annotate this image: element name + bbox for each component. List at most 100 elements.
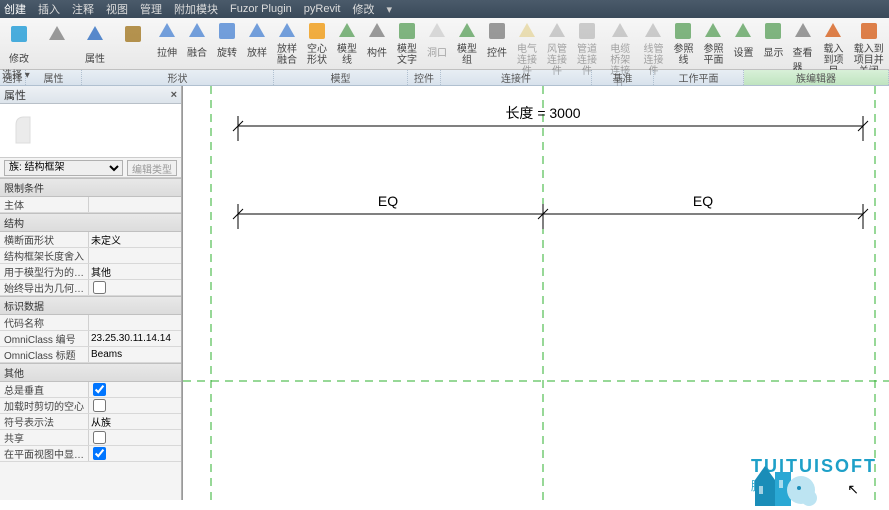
- property-input[interactable]: [91, 265, 181, 279]
- eq-label-1[interactable]: EQ: [378, 193, 398, 209]
- property-input[interactable]: [91, 348, 181, 362]
- ribbon-button[interactable]: 属性: [76, 18, 114, 69]
- property-input[interactable]: [91, 249, 181, 263]
- property-value[interactable]: [88, 197, 181, 212]
- menu-item[interactable]: 创建: [4, 1, 26, 17]
- ribbon-button[interactable]: 模型文字: [392, 18, 422, 69]
- menu-item[interactable]: 修改: [352, 1, 374, 17]
- ribbon-button[interactable]: 融合: [182, 18, 212, 69]
- ribbon-button[interactable]: 设置: [728, 18, 758, 69]
- dimension-label[interactable]: 长度 = 3000: [505, 105, 580, 121]
- properties-title: 属性: [4, 87, 26, 103]
- property-value[interactable]: [88, 446, 181, 461]
- property-checkbox[interactable]: [93, 447, 106, 460]
- property-row: 始终导出为几何图形: [0, 280, 181, 296]
- property-section-header[interactable]: 标识数据: [0, 296, 181, 315]
- property-value[interactable]: [88, 382, 181, 397]
- property-section-header[interactable]: 其他: [0, 363, 181, 382]
- ribbon-button[interactable]: [38, 18, 76, 69]
- property-value[interactable]: [88, 430, 181, 445]
- select-dropdown[interactable]: 选择 ▾: [2, 66, 30, 81]
- property-key: 加载时剪切的空心: [0, 398, 88, 413]
- properties-list: 限制条件主体结构横断面形状结构框架长度舍入用于模型行为的材质始终导出为几何图形标…: [0, 178, 181, 500]
- ribbon-button[interactable]: 放样: [242, 18, 272, 69]
- ribbon-button-label: 放样: [247, 44, 267, 59]
- property-key: 符号表示法: [0, 414, 88, 429]
- property-section-header[interactable]: 结构: [0, 213, 181, 232]
- mouse-cursor-icon: ↖: [847, 481, 859, 498]
- property-input[interactable]: [91, 316, 181, 330]
- property-row: 代码名称: [0, 315, 181, 331]
- property-value[interactable]: [88, 398, 181, 413]
- properties-panel: 属性 × 族: 结构框架 编辑类型 限制条件主体结构横断面形状结构框架长度舍入用…: [0, 86, 182, 500]
- eq-label-2[interactable]: EQ: [693, 193, 713, 209]
- property-value[interactable]: [88, 232, 181, 247]
- ribbon-button[interactable]: 修改: [0, 18, 38, 69]
- ribbon-button[interactable]: [114, 18, 152, 69]
- ribbon-button[interactable]: 参照线: [668, 18, 698, 69]
- property-key: 横断面形状: [0, 232, 88, 247]
- edit-type-button[interactable]: 编辑类型: [127, 160, 177, 176]
- ribbon-button[interactable]: 模型线: [332, 18, 362, 69]
- property-input[interactable]: [91, 415, 181, 429]
- ribbon-button-label: 空心形状: [306, 44, 328, 66]
- ribbon-button[interactable]: 载入到项目并关闭: [848, 18, 889, 69]
- property-value[interactable]: [88, 280, 181, 295]
- ribbon-group-label: 形状: [82, 70, 274, 85]
- property-value[interactable]: [88, 264, 181, 279]
- property-checkbox[interactable]: [93, 399, 106, 412]
- ribbon-button[interactable]: 放样融合: [272, 18, 302, 69]
- property-row: 在平面视图中显示族...: [0, 446, 181, 462]
- properties-title-bar: 属性 ×: [0, 86, 181, 104]
- property-checkbox[interactable]: [93, 431, 106, 444]
- ribbon-button-label: 控件: [487, 44, 507, 59]
- property-row: OmniClass 编号: [0, 331, 181, 347]
- property-input[interactable]: [91, 198, 181, 212]
- property-checkbox[interactable]: [93, 281, 106, 294]
- menu-item[interactable]: Fuzor Plugin: [230, 3, 292, 15]
- property-key: 用于模型行为的材质: [0, 264, 88, 279]
- property-section-header[interactable]: 限制条件: [0, 178, 181, 197]
- ribbon-button[interactable]: 显示: [758, 18, 788, 69]
- menu-item[interactable]: pyRevit: [304, 3, 341, 15]
- ribbon-button[interactable]: 查看器: [788, 18, 818, 69]
- property-value[interactable]: [88, 331, 181, 346]
- property-key: 共享: [0, 430, 88, 445]
- property-value[interactable]: [88, 315, 181, 330]
- menu-item[interactable]: 插入: [38, 1, 60, 17]
- drawing-canvas[interactable]: 长度 = 3000 EQ EQ: [182, 86, 889, 500]
- ribbon-button: 电气连接件: [512, 18, 542, 69]
- ribbon-button[interactable]: 模型组: [452, 18, 482, 69]
- property-value[interactable]: [88, 414, 181, 429]
- ribbon-button-label: 模型文字: [396, 44, 418, 66]
- ribbon-button[interactable]: 构件: [362, 18, 392, 69]
- ribbon-button[interactable]: 空心形状: [302, 18, 332, 69]
- ribbon-button[interactable]: 旋转: [212, 18, 242, 69]
- property-checkbox[interactable]: [93, 383, 106, 396]
- ribbon-button[interactable]: 控件: [482, 18, 512, 69]
- property-input[interactable]: [91, 332, 181, 346]
- menu-item[interactable]: 管理: [140, 1, 162, 17]
- ribbon-button-label: 旋转: [217, 44, 237, 59]
- property-value[interactable]: [88, 248, 181, 263]
- ribbon-button-label: 显示: [763, 44, 783, 59]
- menu-item[interactable]: 附加模块: [174, 1, 218, 17]
- qa-dropdown-icon[interactable]: ▾: [386, 3, 392, 16]
- ribbon-button-label: 风管连接件: [546, 44, 568, 77]
- property-input[interactable]: [91, 233, 181, 247]
- menu-item[interactable]: 注释: [72, 1, 94, 17]
- ribbon-button-label: 模型线: [336, 44, 358, 66]
- property-row: 横断面形状: [0, 232, 181, 248]
- close-icon[interactable]: ×: [171, 89, 177, 101]
- ribbon-button-label: 洞口: [427, 44, 447, 59]
- type-selector[interactable]: 族: 结构框架: [4, 160, 123, 176]
- ribbon-button[interactable]: 拉伸: [152, 18, 182, 69]
- ribbon-button-label: 电缆桥架连接件: [606, 44, 634, 88]
- ribbon-button[interactable]: 载入到项目: [818, 18, 848, 69]
- menu-item[interactable]: 视图: [106, 1, 128, 17]
- property-row: 结构框架长度舍入: [0, 248, 181, 264]
- property-value[interactable]: [88, 347, 181, 362]
- ribbon-group-label: 属性: [26, 70, 82, 85]
- ribbon-button-label: 参照线: [672, 44, 694, 66]
- ribbon-button[interactable]: 参照平面: [698, 18, 728, 69]
